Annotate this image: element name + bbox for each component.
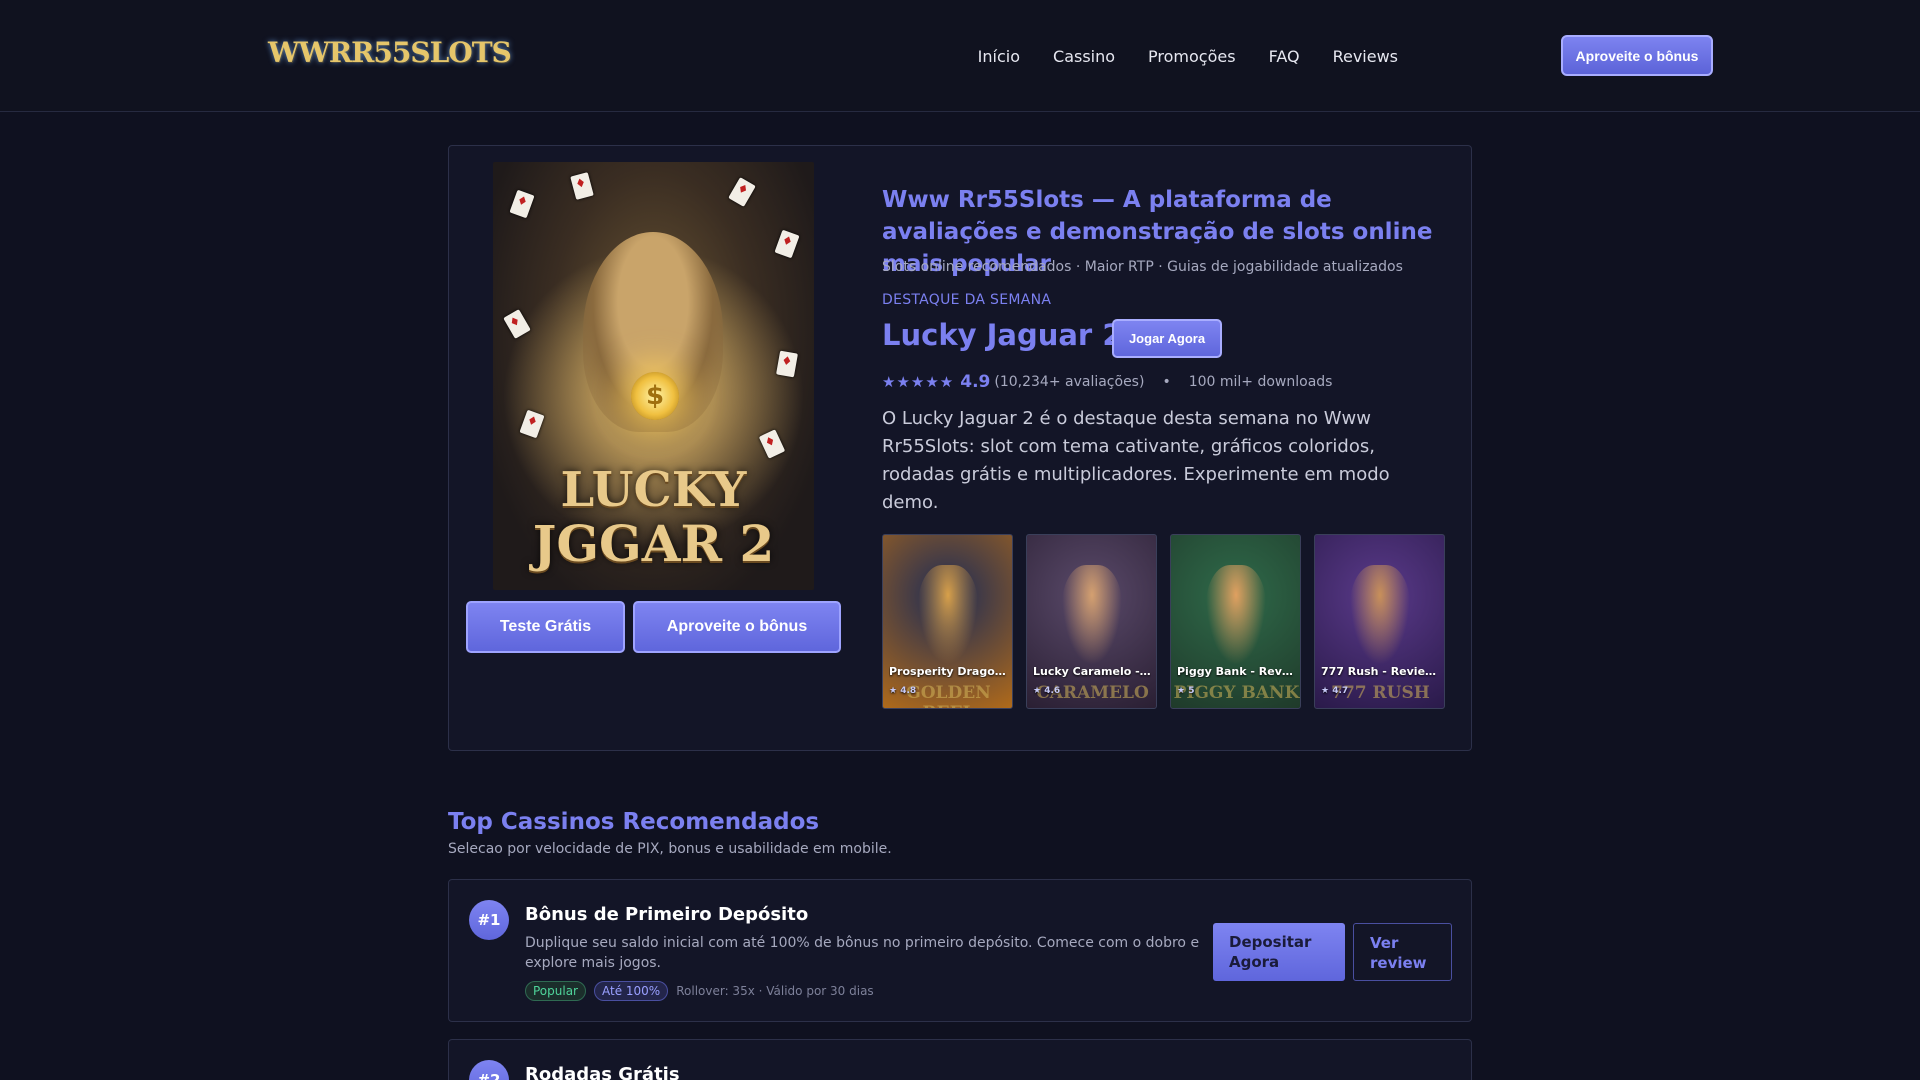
art-title-line1: LUCKY: [560, 462, 747, 518]
hero-subtitle: Slots online recomendados · Maior RTP · …: [882, 259, 1403, 275]
casino-meta: Rollover: 35x · Válido por 30 dias: [676, 984, 874, 998]
thumb-title: 777 Rush - Review...: [1321, 665, 1439, 678]
thumb-777-rush[interactable]: 777 RUSH 777 Rush - Review... ★ 4.7: [1314, 534, 1445, 709]
thumb-title: Prosperity Dragon...: [889, 665, 1007, 678]
nav-faq[interactable]: FAQ: [1269, 47, 1300, 66]
download-count: 100 mil+ downloads: [1188, 374, 1333, 390]
section-title: Top Cassinos Recomendados: [448, 809, 820, 835]
nav-cassino[interactable]: Cassino: [1053, 47, 1115, 66]
thumb-prosperity-dragon[interactable]: GOLDEN REEL Prosperity Dragon... ★ 4.8: [882, 534, 1013, 709]
thumb-lucky-caramelo[interactable]: CARAMELO Lucky Caramelo - ... ★ 4.6: [1026, 534, 1157, 709]
casino-tags: Popular Até 100% Rollover: 35x · Válido …: [525, 981, 874, 1001]
site-logo[interactable]: WWRR55SLOTS: [268, 36, 512, 76]
art-title-line2: JGGAR 2: [532, 514, 775, 573]
game-thumbnails: GOLDEN REEL Prosperity Dragon... ★ 4.8 C…: [882, 534, 1445, 709]
deposit-button[interactable]: Depositar Agora: [1213, 923, 1345, 981]
free-trial-button[interactable]: Teste Grátis: [466, 601, 625, 653]
nav-reviews[interactable]: Reviews: [1333, 47, 1398, 66]
nav-promocoes[interactable]: Promoções: [1148, 47, 1236, 66]
coin-icon: $: [631, 372, 679, 420]
featured-description: O Lucky Jaguar 2 é o destaque desta sema…: [882, 408, 1390, 513]
rank-badge: #1: [469, 900, 509, 940]
header-bonus-button[interactable]: Aproveite o bônus: [1561, 35, 1713, 76]
casino-name: Bônus de Primeiro Depósito: [525, 904, 809, 925]
featured-label: DESTAQUE DA SEMANA: [882, 292, 1052, 308]
tag-bonus: Até 100%: [594, 981, 669, 1001]
tag-popular: Popular: [525, 981, 586, 1001]
thumb-piggy-bank[interactable]: PIGGY BANK Piggy Bank - Revi... ★ 5: [1170, 534, 1301, 709]
thumb-rating: ★ 5: [1177, 686, 1195, 696]
play-now-button[interactable]: Jogar Agora: [1112, 319, 1222, 358]
view-review-button[interactable]: Ver review: [1353, 923, 1452, 981]
thumb-rating: ★ 4.6: [1033, 686, 1061, 696]
casino-description: Duplique seu saldo inicial com até 100% …: [525, 935, 1200, 971]
star-rating-icon: ★★★★★: [882, 373, 955, 391]
rank-badge: #2: [469, 1060, 509, 1080]
review-count: (10,234+ avaliações): [994, 374, 1145, 390]
casino-card-1: #1 Bônus de Primeiro Depósito Duplique s…: [448, 879, 1472, 1022]
featured-game-name: Lucky Jaguar 2: [882, 318, 1123, 352]
thumb-rating: ★ 4.7: [1321, 686, 1349, 696]
casino-name: Rodadas Grátis: [525, 1064, 680, 1080]
main-nav: Início Cassino Promoções FAQ Reviews: [978, 36, 1398, 76]
casino-card-2: #2 Rodadas Grátis: [448, 1039, 1472, 1080]
rating-row: ★★★★★ 4.9 (10,234+ avaliações) • 100 mil…: [882, 372, 1332, 392]
nav-inicio[interactable]: Início: [978, 47, 1020, 66]
thumb-title: Lucky Caramelo - ...: [1033, 665, 1151, 678]
hero-bonus-button[interactable]: Aproveite o bônus: [633, 601, 841, 653]
section-subtitle: Selecao por velocidade de PIX, bonus e u…: [448, 841, 892, 857]
site-header: WWRR55SLOTS Início Cassino Promoções FAQ…: [0, 0, 1920, 112]
separator-dot: •: [1162, 374, 1171, 390]
featured-game-art[interactable]: $ LUCKY JGGAR 2: [493, 162, 814, 590]
thumb-title: Piggy Bank - Revi...: [1177, 665, 1295, 678]
featured-hero-card: $ LUCKY JGGAR 2 Teste Grátis Aproveite o…: [448, 145, 1472, 751]
rating-value: 4.9: [960, 372, 991, 392]
thumb-rating: ★ 4.8: [889, 686, 917, 696]
